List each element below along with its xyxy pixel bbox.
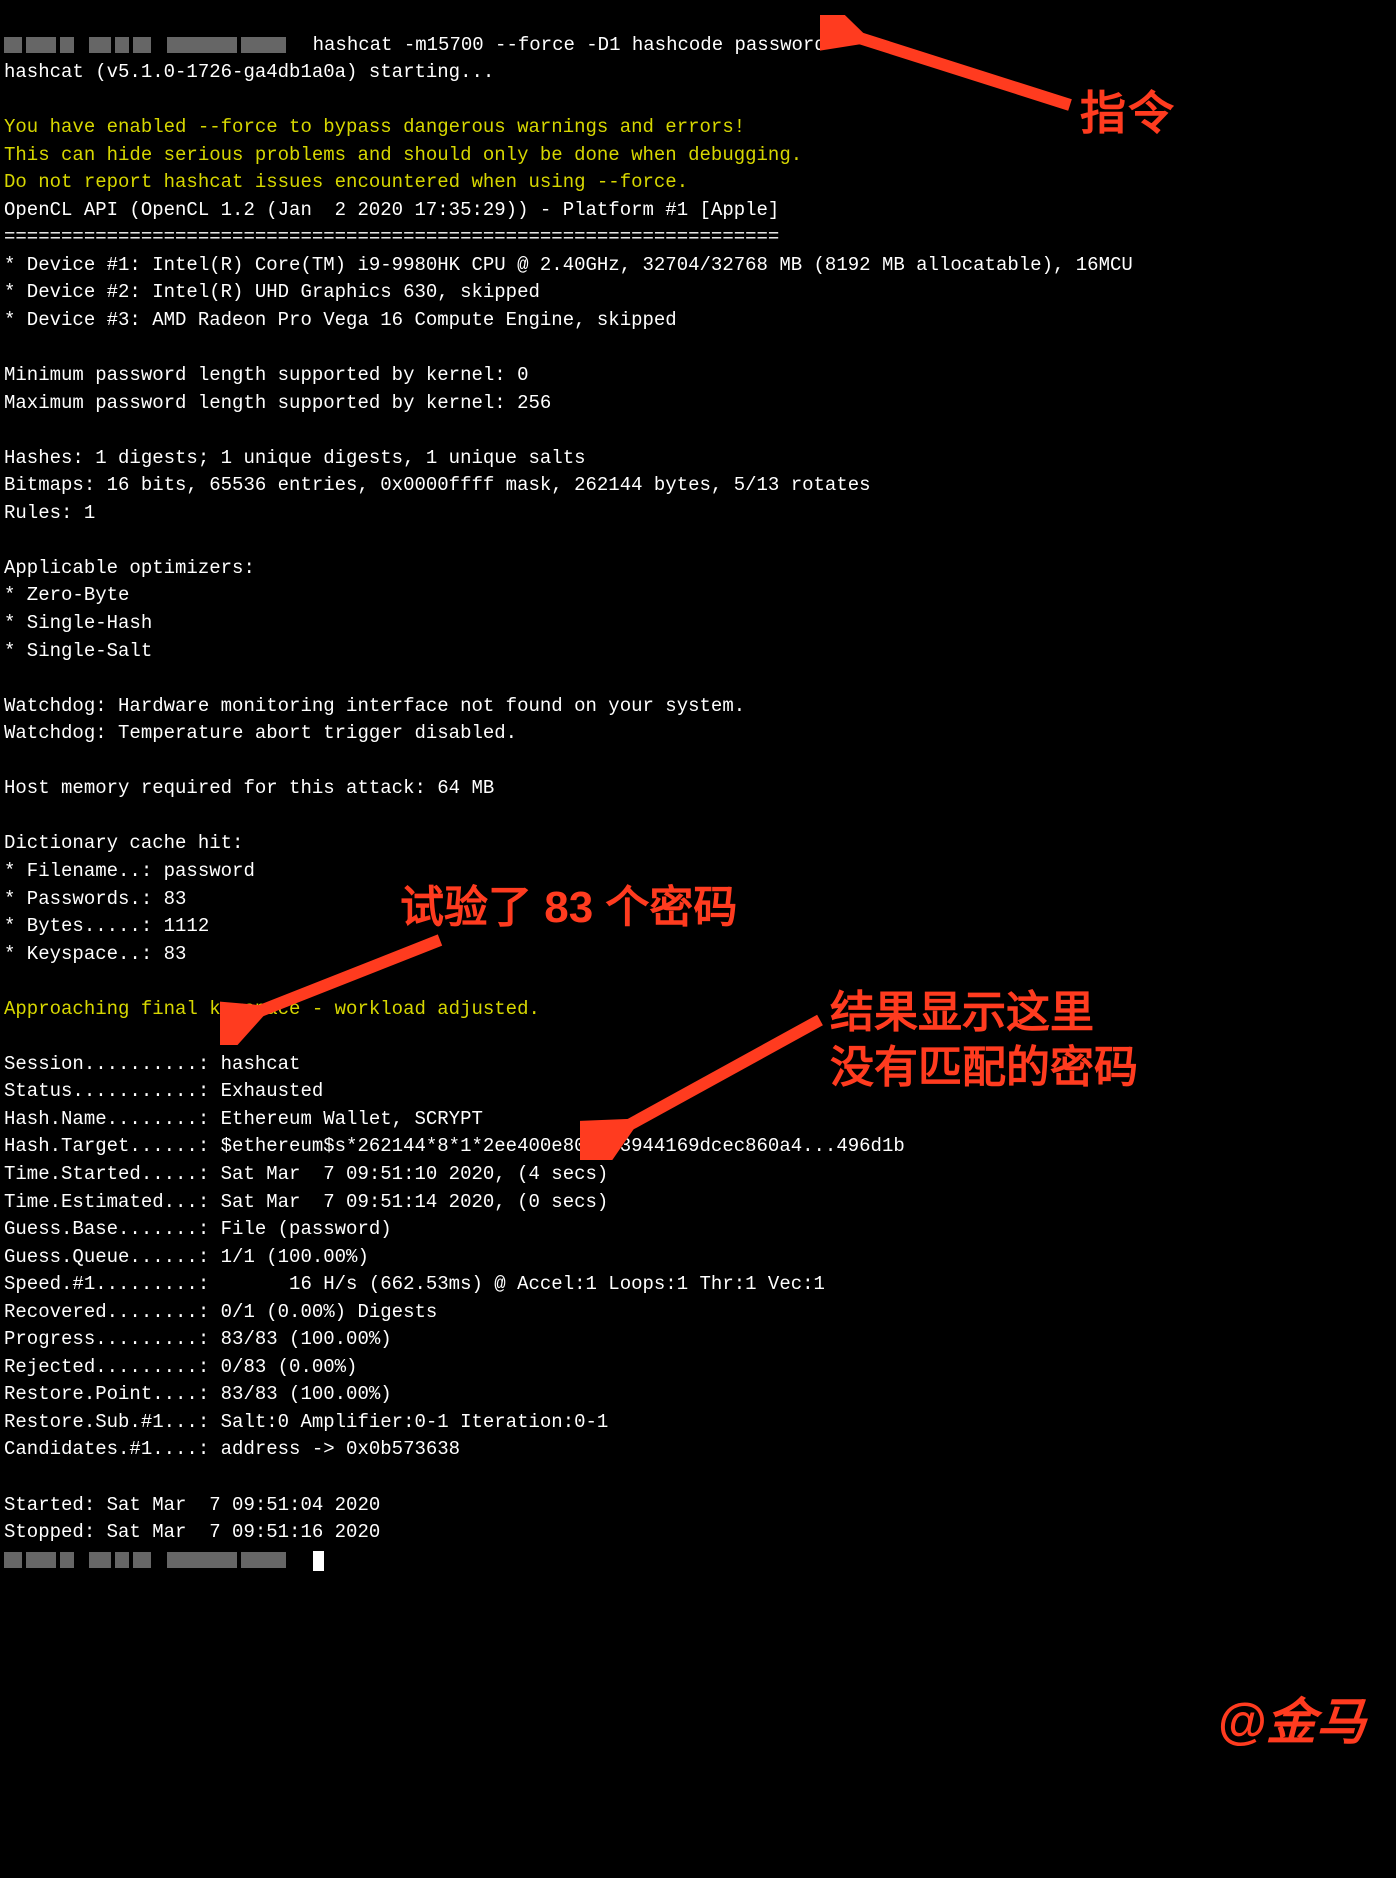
status-guess-queue: Guess.Queue......: 1/1 (100.00%)	[4, 1246, 369, 1268]
status-hashname: Hash.Name........: Ethereum Wallet, SCRY…	[4, 1108, 483, 1130]
optimizers-header: Applicable optimizers:	[4, 557, 255, 579]
dict-keyspace: * Keyspace..: 83	[4, 943, 186, 965]
prompt-redacted	[4, 34, 290, 56]
redacted-bottom-7	[167, 1552, 237, 1568]
min-pw-length: Minimum password length supported by ker…	[4, 364, 529, 386]
status-time-started: Time.Started.....: Sat Mar 7 09:51:10 20…	[4, 1163, 608, 1185]
cursor-icon	[313, 1551, 324, 1571]
status-restore-point: Restore.Point....: 83/83 (100.00%)	[4, 1383, 392, 1405]
redacted-bottom-2	[26, 1552, 56, 1568]
redacted-bottom-1	[4, 1552, 22, 1568]
redacted-bottom-5	[115, 1552, 129, 1568]
status-speed: Speed.#1.........: 16 H/s (662.53ms) @ A…	[4, 1273, 825, 1295]
redacted-bottom-6	[133, 1552, 151, 1568]
dict-bytes: * Bytes.....: 1112	[4, 915, 209, 937]
command-line: hashcat -m15700 --force -D1 hashcode pas…	[313, 34, 826, 56]
opencl-platform: OpenCL API (OpenCL 1.2 (Jan 2 2020 17:35…	[4, 199, 779, 221]
watchdog-2: Watchdog: Temperature abort trigger disa…	[4, 722, 517, 744]
force-warning-3: Do not report hashcat issues encountered…	[4, 171, 688, 193]
force-warning-2: This can hide serious problems and shoul…	[4, 144, 802, 166]
approaching-keyspace: Approaching final keyspace - workload ad…	[4, 998, 540, 1020]
status-recovered: Recovered........: 0/1 (0.00%) Digests	[4, 1301, 437, 1323]
redacted-bottom-3	[60, 1552, 74, 1568]
status-time-estimated: Time.Estimated...: Sat Mar 7 09:51:14 20…	[4, 1191, 608, 1213]
status-candidates: Candidates.#1....: address -> 0x0b573638	[4, 1438, 460, 1460]
bitmaps-line: Bitmaps: 16 bits, 65536 entries, 0x0000f…	[4, 474, 871, 496]
terminal-output: hashcat -m15700 --force -D1 hashcode pas…	[0, 0, 1396, 1578]
redacted-bottom-8	[241, 1552, 286, 1568]
status-status: Status...........: Exhausted	[4, 1080, 323, 1102]
optimizer-zero-byte: * Zero-Byte	[4, 584, 129, 606]
stopped-time: Stopped: Sat Mar 7 09:51:16 2020	[4, 1521, 380, 1543]
optimizer-single-hash: * Single-Hash	[4, 612, 152, 634]
started-time: Started: Sat Mar 7 09:51:04 2020	[4, 1494, 380, 1516]
optimizer-single-salt: * Single-Salt	[4, 640, 152, 662]
rules-line: Rules: 1	[4, 502, 95, 524]
dict-passwords: * Passwords.: 83	[4, 888, 186, 910]
dict-header: Dictionary cache hit:	[4, 832, 243, 854]
status-hashtarget: Hash.Target......: $ethereum$s*262144*8*…	[4, 1135, 905, 1157]
watchdog-1: Watchdog: Hardware monitoring interface …	[4, 695, 745, 717]
max-pw-length: Maximum password length supported by ker…	[4, 392, 551, 414]
hashes-line: Hashes: 1 digests; 1 unique digests, 1 u…	[4, 447, 586, 469]
annotation-signature: @金马	[1217, 1686, 1366, 1759]
status-session: Session..........: hashcat	[4, 1053, 300, 1075]
redacted-bottom-4	[89, 1552, 111, 1568]
status-restore-sub: Restore.Sub.#1...: Salt:0 Amplifier:0-1 …	[4, 1411, 608, 1433]
force-warning-1: You have enabled --force to bypass dange…	[4, 116, 745, 138]
status-guess-base: Guess.Base.......: File (password)	[4, 1218, 392, 1240]
device-3: * Device #3: AMD Radeon Pro Vega 16 Comp…	[4, 309, 677, 331]
dict-filename: * Filename..: password	[4, 860, 255, 882]
status-progress: Progress.........: 83/83 (100.00%)	[4, 1328, 392, 1350]
device-1: * Device #1: Intel(R) Core(TM) i9-9980HK…	[4, 254, 1133, 276]
separator-line: ========================================…	[4, 226, 779, 248]
status-rejected: Rejected.........: 0/83 (0.00%)	[4, 1356, 357, 1378]
host-memory: Host memory required for this attack: 64…	[4, 777, 494, 799]
starting-line: hashcat (v5.1.0-1726-ga4db1a0a) starting…	[4, 61, 494, 83]
device-2: * Device #2: Intel(R) UHD Graphics 630, …	[4, 281, 540, 303]
